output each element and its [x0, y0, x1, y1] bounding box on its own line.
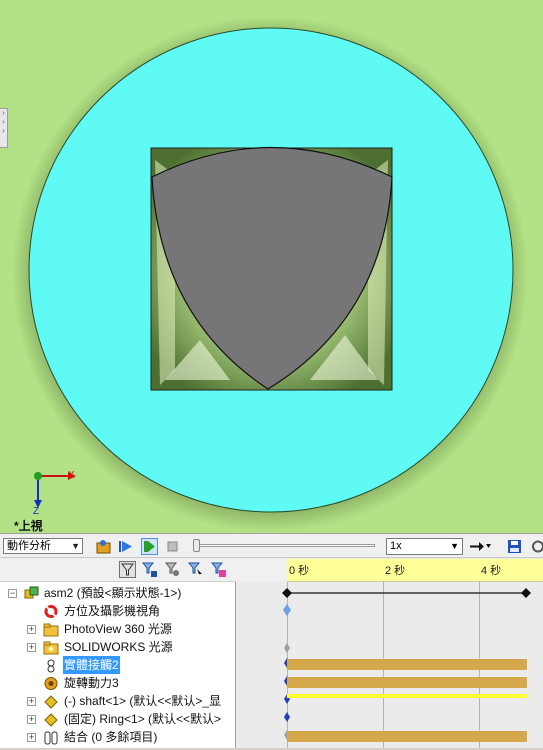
tree-item-solidworks-lights[interactable]: + SOLIDWORKS 光源	[0, 638, 236, 656]
axis-triad: X Z	[28, 468, 88, 518]
motor-icon	[43, 676, 59, 691]
tree-item-orientation[interactable]: 方位及攝影機視角	[0, 602, 236, 620]
filter-selected-icon[interactable]	[187, 561, 204, 578]
timeline-bar-mates[interactable]	[287, 731, 527, 742]
part-icon	[43, 694, 59, 709]
playback-speed-value: 1x	[390, 540, 402, 552]
timeline-slider[interactable]	[195, 544, 375, 547]
playback-speed-select[interactable]: 1x ▼	[386, 538, 463, 555]
tree-item-label: asm2 (預設<顯示狀態-1>)	[44, 586, 182, 600]
expand-icon[interactable]: +	[27, 715, 36, 724]
tree-filter-toolbar	[0, 558, 236, 582]
part-icon	[43, 712, 59, 727]
play-icon[interactable]	[141, 538, 158, 555]
study-type-select[interactable]: 動作分析 ▼	[3, 538, 83, 554]
timeline-bar-shaft[interactable]	[287, 694, 527, 698]
chevron-down-icon: ▼	[71, 541, 80, 551]
panel-expand-handle[interactable]: › › ›	[0, 108, 8, 148]
axis-x-label: X	[68, 470, 75, 481]
tree-item-shaft[interactable]: + (-) shaft<1> (默认<<默认>_显	[0, 692, 236, 710]
tree-item-label: PhotoView 360 光源	[64, 622, 172, 636]
key-point-end	[521, 588, 531, 598]
filter-results-icon[interactable]	[210, 561, 227, 578]
assembly-icon	[24, 586, 40, 601]
model-view[interactable]	[0, 0, 543, 533]
timeline-slider-thumb[interactable]	[193, 539, 200, 552]
folder-icon	[43, 640, 59, 655]
orientation-icon	[43, 604, 59, 619]
axis-z-label: Z	[33, 506, 40, 517]
key-point-start	[282, 588, 292, 598]
chevron-down-icon: ▼	[450, 541, 459, 551]
stop-icon[interactable]	[164, 538, 181, 555]
tree-item-photoview-lights[interactable]: + PhotoView 360 光源	[0, 620, 236, 638]
filter-driving-icon[interactable]	[164, 561, 181, 578]
tree-item-label: (-) shaft<1> (默认<<默认>_显	[64, 694, 222, 708]
tree-item-ring[interactable]: + (固定) Ring<1> (默认<<默认>	[0, 710, 236, 728]
playback-mode-icon[interactable]	[468, 538, 491, 555]
tree-item-label: 方位及攝影機視角	[64, 604, 161, 618]
expand-icon[interactable]: +	[27, 697, 36, 706]
gear-icon[interactable]	[530, 538, 543, 555]
play-from-start-icon[interactable]	[117, 538, 134, 555]
expand-icon[interactable]: +	[27, 625, 36, 634]
tree-item-rotary-motor[interactable]: 旋轉動力3	[0, 674, 236, 692]
tree-item-asm2[interactable]: − asm2 (預設<顯示狀態-1>)	[0, 584, 236, 602]
motion-toolbar: 動作分析 ▼ 1x ▼	[0, 533, 543, 558]
view-orientation-label: *上視	[14, 519, 43, 533]
tree-item-label: SOLIDWORKS 光源	[64, 640, 173, 654]
contact-icon	[43, 658, 59, 673]
save-animation-icon[interactable]	[506, 538, 523, 555]
study-type-value: 動作分析	[7, 540, 51, 552]
motion-tree: − asm2 (預設<顯示狀態-1>) 方位及攝影機視角 + PhotoView…	[0, 558, 236, 748]
folder-icon	[43, 622, 59, 637]
collapse-icon[interactable]: −	[8, 589, 17, 598]
tree-item-label: 結合 (0 多餘項目)	[64, 730, 158, 744]
expand-icon[interactable]: +	[27, 733, 36, 742]
tree-item-label: (固定) Ring<1> (默认<<默认>	[64, 712, 222, 726]
timeline-area[interactable]: 0 秒 2 秒 4 秒	[236, 558, 543, 748]
tree-item-label: 旋轉動力3	[64, 676, 119, 690]
expand-icon[interactable]: +	[27, 643, 36, 652]
mates-icon	[43, 730, 59, 745]
graphics-viewport[interactable]: › › › X Z *上視	[0, 0, 543, 533]
tree-item-mates[interactable]: + 結合 (0 多餘項目)	[0, 728, 236, 746]
tree-item-label: 實體接觸2	[63, 656, 120, 674]
calculate-icon[interactable]	[95, 538, 112, 555]
filter-animation-icon[interactable]	[141, 561, 158, 578]
timeline-bar-solid-contact[interactable]	[287, 659, 527, 670]
tree-item-solid-contact[interactable]: 實體接觸2	[0, 656, 236, 674]
timeline-bar-rotary-motor[interactable]	[287, 677, 527, 688]
filter-icon[interactable]	[119, 561, 136, 578]
